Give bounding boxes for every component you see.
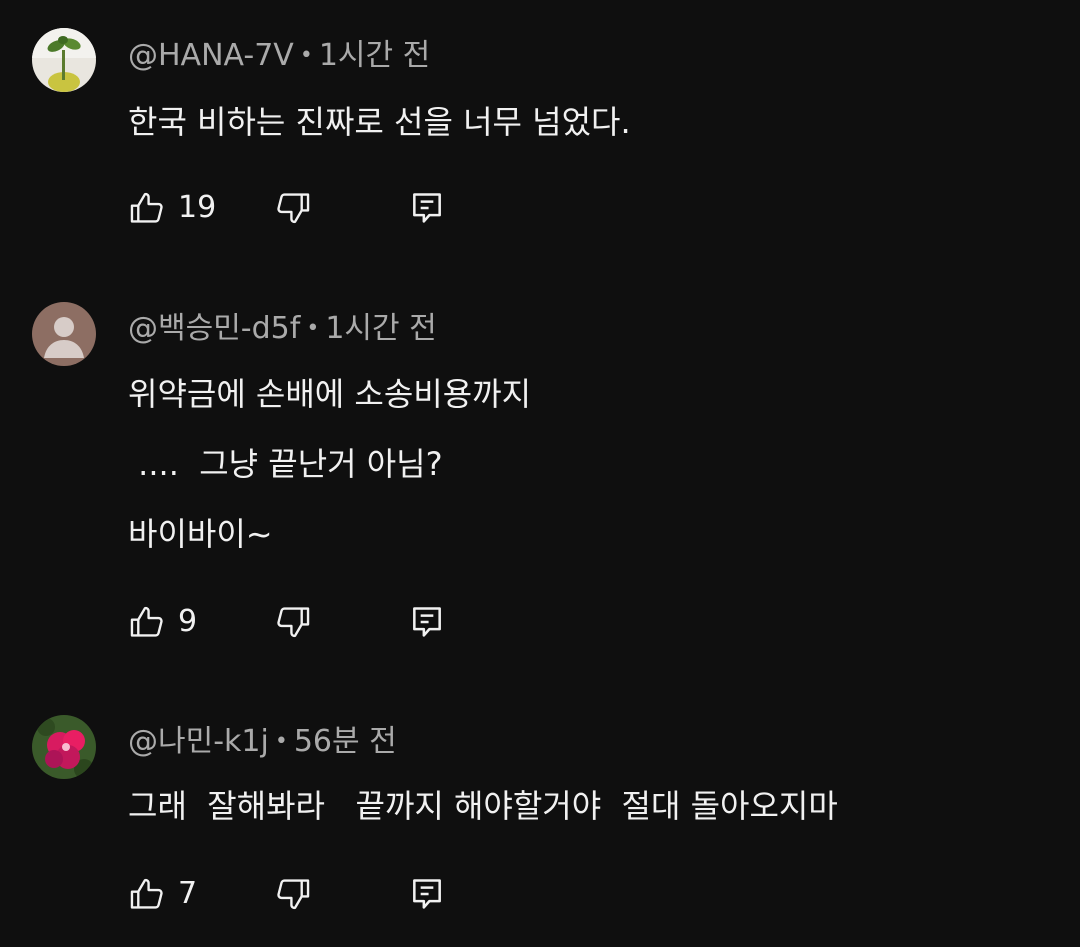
dislike-button[interactable] (274, 874, 312, 914)
reply-button[interactable] (408, 602, 446, 642)
like-count: 9 (178, 604, 198, 639)
reply-comment-icon (413, 607, 441, 637)
comment-time[interactable]: 1시간 전 (325, 311, 436, 346)
comment-text-line: 한국 비하는 진짜로 선을 너무 넘었다. (128, 103, 631, 141)
comment-item: @나민-k1j • 56분 전 그래 잘해봐라 끝까지 해야할거야 절대 돌아오지마… (0, 680, 1080, 947)
comment-meta: @나민-k1j • 56분 전 (128, 724, 397, 760)
comment-actions: 9 (128, 602, 528, 642)
comment-meta: @HANA-7V • 1시간 전 (128, 38, 430, 74)
plant-pot-photo-icon (32, 28, 96, 92)
reply-button[interactable] (408, 874, 446, 914)
avatar[interactable] (32, 28, 96, 92)
default-user-avatar-icon (32, 302, 96, 366)
comment-text-line: 바이바이~ (128, 515, 273, 553)
like-button[interactable]: 19 (128, 188, 216, 228)
like-button[interactable]: 9 (128, 602, 197, 642)
comment-author[interactable]: @HANA-7V (128, 38, 294, 73)
meta-separator: • (299, 43, 313, 68)
comment-actions: 19 (128, 188, 528, 228)
comment-actions: 7 (128, 874, 528, 914)
thumb-up-icon (130, 878, 163, 909)
avatar[interactable] (32, 715, 96, 779)
reply-comment-icon (413, 193, 441, 223)
thumb-down-icon (277, 607, 310, 638)
comment-text-line: .... 그냥 끝난거 아님? (128, 445, 443, 483)
avatar[interactable] (32, 302, 96, 366)
comment-text-line: 위약금에 손배에 소송비용까지 (128, 375, 532, 413)
thumb-up-icon (130, 192, 163, 223)
comment-author[interactable]: @나민-k1j (128, 724, 269, 759)
thumb-up-icon (130, 606, 163, 637)
dislike-button[interactable] (274, 602, 312, 642)
comment-author[interactable]: @백승민-d5f (128, 311, 300, 346)
like-count: 19 (178, 190, 217, 225)
comment-text-line: 그래 잘해봐라 끝까지 해야할거야 절대 돌아오지마 (128, 787, 838, 825)
reply-comment-icon (413, 879, 441, 909)
comment-time[interactable]: 56분 전 (294, 724, 397, 759)
reply-button[interactable] (408, 188, 446, 228)
meta-separator: • (306, 316, 320, 341)
pink-flower-photo-icon (32, 715, 96, 779)
like-count: 7 (178, 876, 198, 911)
dislike-button[interactable] (274, 188, 312, 228)
comment-item: @백승민-d5f • 1시간 전 위약금에 손배에 소송비용까지 .... 그냥 끝… (0, 260, 1080, 680)
meta-separator: • (274, 729, 288, 754)
comment-meta: @백승민-d5f • 1시간 전 (128, 311, 437, 347)
like-button[interactable]: 7 (128, 874, 197, 914)
comment-item: @HANA-7V • 1시간 전 한국 비하는 진짜로 선을 너무 넘었다. 19 (0, 0, 1080, 260)
thumb-down-icon (277, 879, 310, 910)
comment-time[interactable]: 1시간 전 (319, 38, 430, 73)
thumb-down-icon (277, 193, 310, 224)
